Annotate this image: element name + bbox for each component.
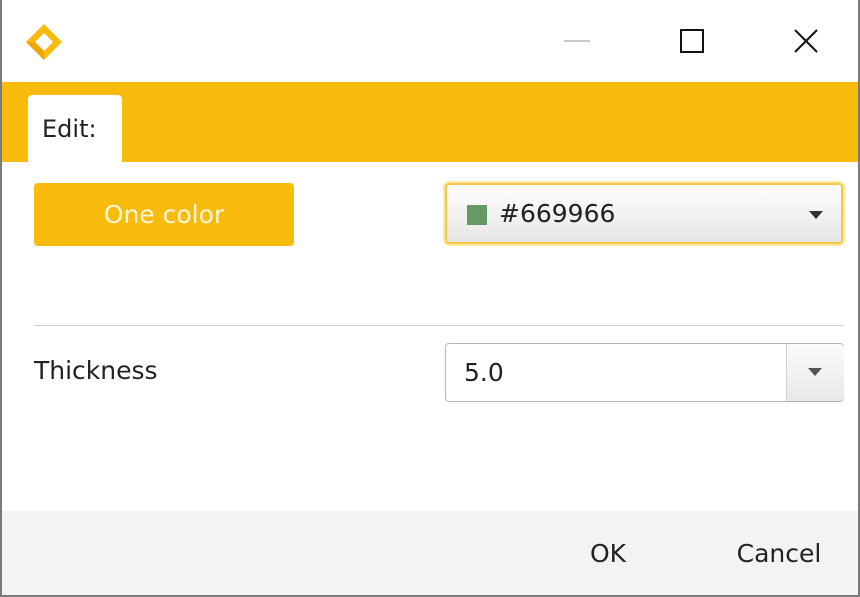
tab-edit[interactable]: Edit: <box>28 95 122 162</box>
app-logo-icon <box>26 24 62 60</box>
maximize-icon <box>680 29 704 53</box>
minimize-button[interactable] <box>547 16 607 66</box>
one-color-button[interactable]: One color <box>34 183 294 246</box>
thickness-input[interactable] <box>446 344 786 401</box>
chevron-down-icon <box>809 211 823 219</box>
color-picker[interactable]: #669966 <box>445 183 843 244</box>
thickness-label: Thickness <box>34 356 158 385</box>
divider <box>34 325 844 326</box>
color-swatch <box>467 205 487 225</box>
close-button[interactable] <box>776 16 836 66</box>
chevron-down-icon <box>808 368 822 376</box>
cancel-button[interactable]: Cancel <box>714 511 844 595</box>
tab-strip: Edit: <box>2 82 858 162</box>
dialog-footer: OK Cancel <box>2 511 858 595</box>
maximize-button[interactable] <box>662 16 722 66</box>
thickness-combobox[interactable] <box>445 343 844 402</box>
close-icon <box>794 29 818 53</box>
color-value: #669966 <box>499 199 616 228</box>
dialog-window: Edit: One color #669966 Thickness OK Can… <box>0 0 860 597</box>
ok-button[interactable]: OK <box>558 511 658 595</box>
title-bar <box>2 0 858 82</box>
minimize-icon <box>564 40 590 42</box>
thickness-dropdown-button[interactable] <box>786 344 844 401</box>
